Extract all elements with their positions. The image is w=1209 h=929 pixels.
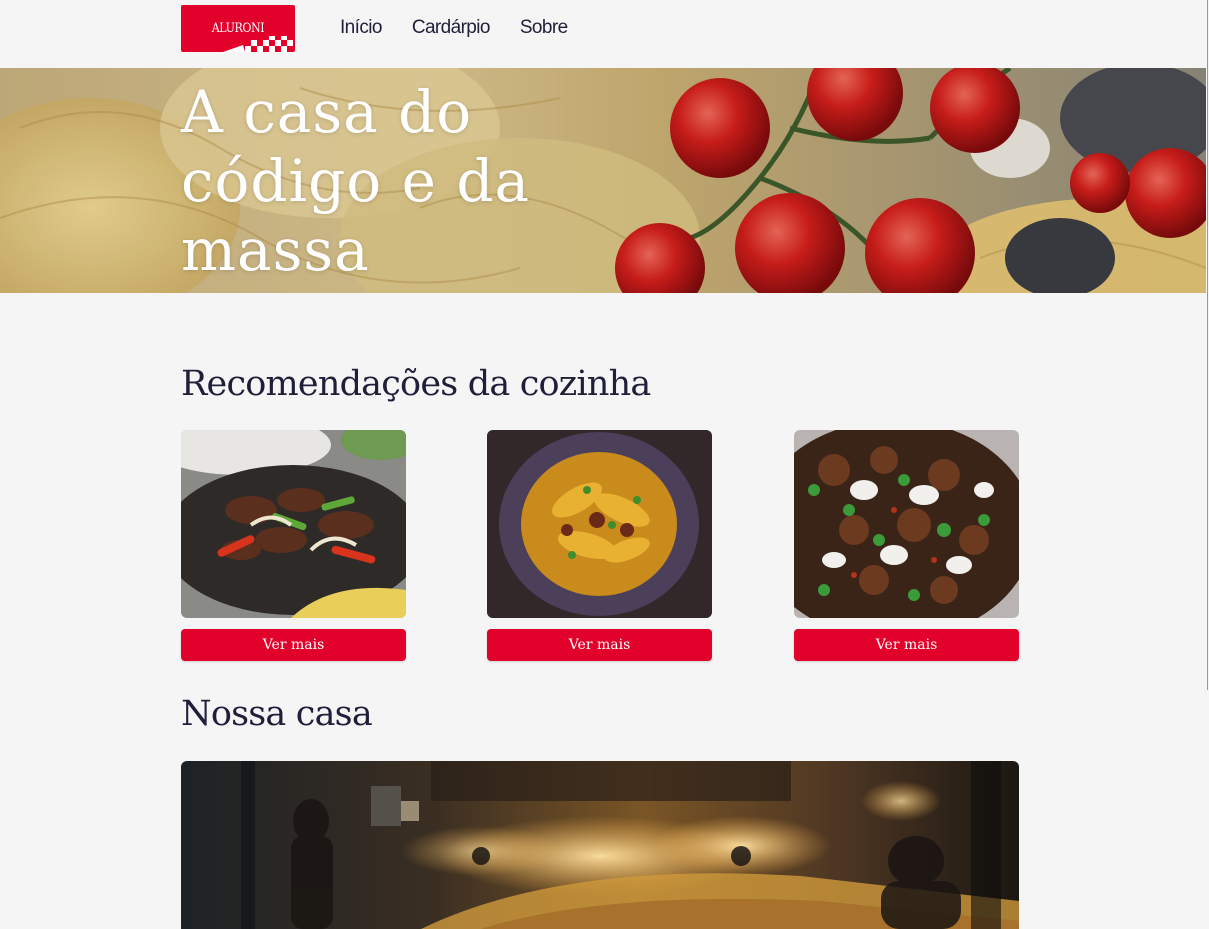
ver-mais-button[interactable]: Ver mais: [487, 629, 712, 661]
pasta-bowl-image[interactable]: [487, 430, 712, 618]
recommendations-title: Recomendações da cozinha: [181, 364, 651, 404]
site-header: ALURONI Início Cardárpio Sobre: [0, 0, 1206, 68]
ver-mais-button[interactable]: Ver mais: [181, 629, 406, 661]
scrollbar-track[interactable]: [1207, 0, 1208, 690]
hero-title: A casa do código e da massa: [181, 78, 531, 284]
hero-banner: A casa do código e da massa: [0, 68, 1206, 293]
nav-item-sobre[interactable]: Sobre: [520, 17, 568, 39]
checkered-flag-icon: [223, 36, 293, 52]
brand-logo[interactable]: ALURONI: [181, 5, 295, 52]
recommendation-card: Ver mais: [181, 430, 406, 662]
restaurant-interior-image: [181, 761, 1019, 929]
meat-with-yogurt-image[interactable]: [794, 430, 1019, 618]
fajitas-dish-image[interactable]: [181, 430, 406, 618]
nav-item-cardapio[interactable]: Cardárpio: [412, 17, 491, 39]
recommendation-card: Ver mais: [794, 430, 1019, 662]
house-title: Nossa casa: [181, 694, 373, 734]
recommendations-cards: Ver mais Ver mais Ver mais: [181, 430, 1019, 662]
ver-mais-button[interactable]: Ver mais: [794, 629, 1019, 661]
main-nav: Início Cardárpio Sobre: [340, 17, 568, 39]
brand-logo-text: ALURONI: [211, 21, 265, 36]
nav-item-inicio[interactable]: Início: [340, 17, 382, 39]
recommendation-card: Ver mais: [487, 430, 712, 662]
